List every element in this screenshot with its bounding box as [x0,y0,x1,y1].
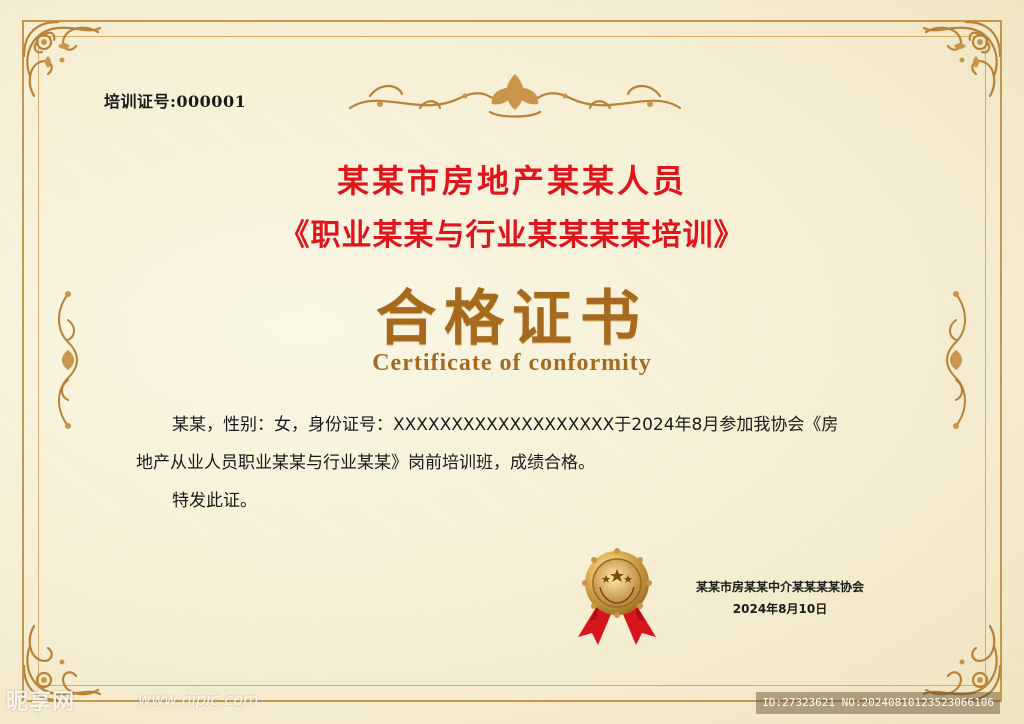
certificate-page: 培训证号:000001 某某市房地产某某人员 《职业某某与行业某某某某培训》 合… [0,0,1024,724]
watermark-site: www.nipic.com [138,690,259,709]
watermark-logo: 昵享网 [6,690,76,715]
title-line-1: 某某市房地产某某人员 [336,162,687,200]
title-line-2: 《职业某某与行业某某某某培训》 [279,218,745,253]
watermark-id: ID:27323621 NO:20240810123523066106 [756,692,1000,714]
gold-medal-seal-icon [578,548,656,645]
body-line-1: 某某，性别：女，身份证号：XXXXXXXXXXXXXXXXXXX于2024年8月… [172,415,839,435]
certificate-body: 某某，性别：女，身份证号：XXXXXXXXXXXXXXXXXXX于2024年8月… [136,406,896,520]
body-line-2: 地产从业人员职业某某与行业某某》岗前培训班，成绩合格。 [136,453,595,473]
subtitle: Certificate of conformity [372,350,652,376]
certificate-number: 培训证号:000001 [104,92,247,111]
ornate-corner-icon [922,20,1002,98]
body-line-3: 特发此证。 [172,491,257,511]
floral-crest-icon [348,74,682,118]
issuer-block: 某某市房某某中介某某某某协会 2024年8月10日 [670,576,890,620]
issue-date: 2024年8月10日 [732,602,828,616]
issuer-name: 某某市房某某中介某某某某协会 [695,580,864,594]
ornate-corner-icon [22,20,102,98]
main-title: 合格证书 [376,284,648,354]
